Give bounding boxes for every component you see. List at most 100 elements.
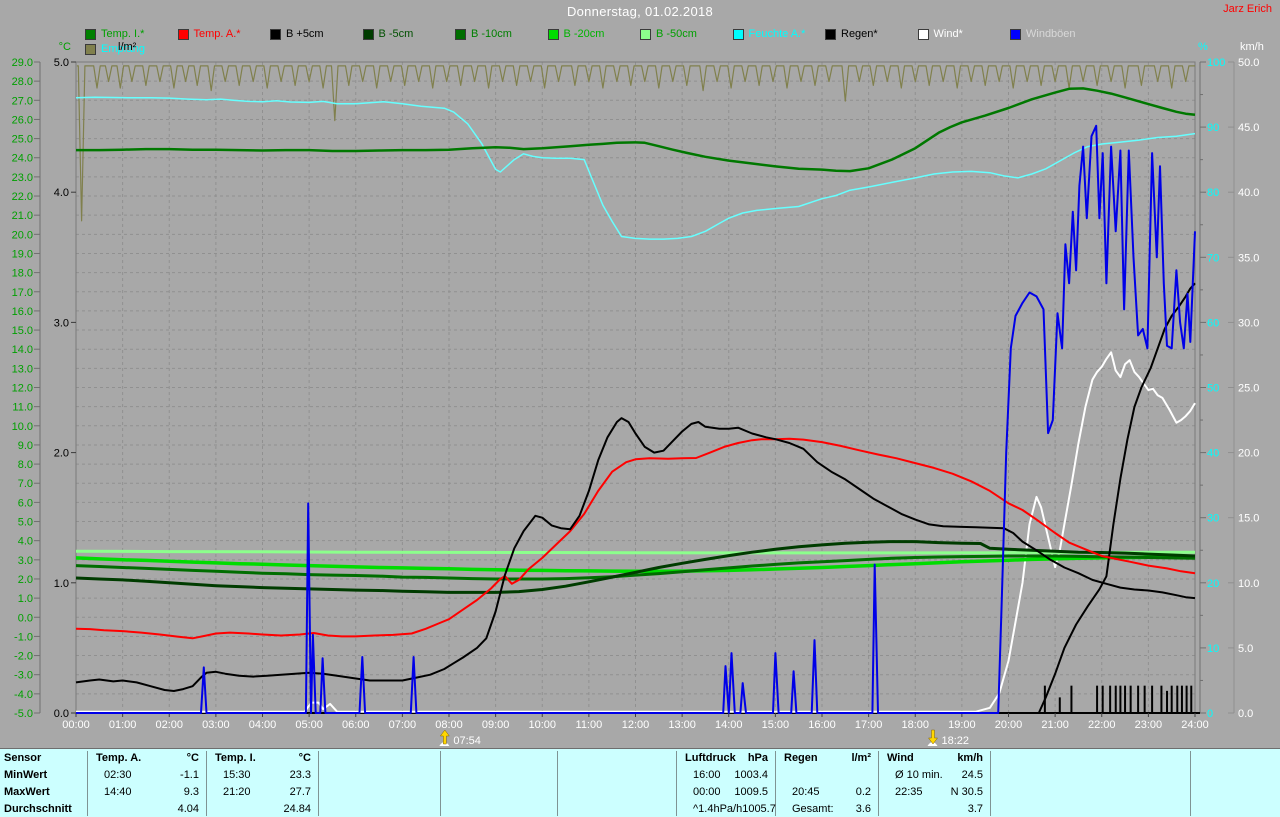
- sunset-marker: [927, 729, 939, 746]
- stats-column-regen: Regen l/m² 20:45 0.2 Gesamt: 3.6: [776, 749, 877, 817]
- stats-cell-value: 3.6: [855, 803, 871, 815]
- x-tick-label: 16:00: [808, 719, 836, 731]
- stats-column-header: Wind km/h: [879, 750, 989, 767]
- x-tick-label: 14:00: [715, 719, 743, 731]
- stats-header-label: Regen: [784, 752, 818, 764]
- stats-header-unit: hPa: [747, 752, 768, 764]
- x-tick-label: 02:00: [155, 719, 183, 731]
- x-tick-label: 00:00: [62, 719, 90, 731]
- stats-column-header: Luftdruck hPa: [677, 750, 774, 767]
- stats-cell-row: 20:45 0.2: [776, 784, 877, 801]
- stats-cell-time: 14:40: [104, 786, 132, 798]
- kmh-tick-label: 15.0: [1238, 513, 1259, 525]
- lm2-tick-label: 3.0: [54, 317, 69, 329]
- stats-header-unit: °C: [298, 752, 311, 764]
- stats-row-label: Sensor: [4, 752, 42, 764]
- stats-header-label: Luftdruck: [685, 752, 736, 764]
- temp-tick-label: 25.0: [12, 134, 33, 146]
- x-tick-label: 06:00: [342, 719, 370, 731]
- lm2-tick-label: 4.0: [54, 187, 69, 199]
- stats-cell-row: ^1.4hPa/h 1005.7: [677, 801, 776, 817]
- pct-tick-label: 20: [1207, 578, 1219, 590]
- temp-tick-label: 18.0: [12, 268, 33, 280]
- kmh-tick-label: 10.0: [1238, 578, 1259, 590]
- stats-header-unit: km/h: [957, 752, 983, 764]
- stats-cell-row: 4.04: [88, 801, 205, 817]
- x-tick-label: 05:00: [295, 719, 323, 731]
- stats-cell-value: 24.5: [961, 769, 983, 781]
- temp-tick-label: 14.0: [12, 344, 33, 356]
- x-tick-label: 20:00: [995, 719, 1023, 731]
- temp-tick-label: -5.0: [14, 708, 33, 720]
- pct-tick-label: 60: [1207, 317, 1219, 329]
- temp-tick-label: 12.0: [12, 383, 33, 395]
- temp-axis-unit: °C: [59, 41, 71, 53]
- x-tick-label: 13:00: [668, 719, 696, 731]
- kmh-tick-label: 40.0: [1238, 187, 1259, 199]
- temp-tick-label: 17.0: [12, 287, 33, 299]
- stats-cell-value: 0.2: [855, 786, 871, 798]
- table-separator: [318, 751, 319, 816]
- kmh-tick-label: 50.0: [1238, 57, 1259, 69]
- pct-tick-label: 80: [1207, 187, 1219, 199]
- temp-tick-label: 0.0: [18, 612, 33, 624]
- x-tick-label: 10:00: [528, 719, 556, 731]
- temp-tick-label: 9.0: [18, 440, 33, 452]
- pct-tick-label: 50: [1207, 383, 1219, 395]
- stats-cell-time: Gesamt:: [792, 803, 834, 815]
- stats-cell-value: 24.84: [283, 803, 311, 815]
- stats-column-header: Temp. I. °C: [207, 750, 317, 767]
- stats-cell-value: 23.3: [289, 769, 311, 781]
- stats-cell-value: 9.3: [183, 786, 199, 798]
- stats-header-label: Wind: [887, 752, 914, 764]
- stats-cell-time: 22:35: [895, 786, 923, 798]
- temp-tick-label: 20.0: [12, 229, 33, 241]
- temp-tick-label: 26.0: [12, 114, 33, 126]
- temp-tick-label: 24.0: [12, 153, 33, 165]
- x-tick-label: 07:00: [389, 719, 417, 731]
- temp-tick-label: 11.0: [12, 402, 33, 414]
- temp-tick-label: 28.0: [12, 76, 33, 88]
- temp-tick-label: 13.0: [12, 363, 33, 375]
- stats-cell-row: 15:30 23.3: [207, 767, 317, 784]
- stats-cell-time: 16:00: [693, 769, 721, 781]
- stats-cell-row: Gesamt: 3.6: [776, 801, 877, 817]
- stats-header-label: Temp. A.: [96, 752, 142, 764]
- stats-cell-time: 00:00: [693, 786, 721, 798]
- temp-tick-label: -3.0: [14, 670, 33, 682]
- stats-cell-time: Ø 10 min.: [895, 769, 943, 781]
- lm2-tick-label: 1.0: [54, 578, 69, 590]
- stats-cell-row: 21:20 27.7: [207, 784, 317, 801]
- x-tick-label: 18:00: [901, 719, 929, 731]
- temp-tick-label: 21.0: [12, 210, 33, 222]
- x-tick-label: 01:00: [109, 719, 137, 731]
- pct-tick-label: 30: [1207, 513, 1219, 525]
- stats-cell-value: -1.1: [180, 769, 199, 781]
- temp-tick-label: 4.0: [18, 536, 33, 548]
- stats-cell-row: 3.7: [879, 801, 989, 817]
- x-tick-label: 09:00: [482, 719, 510, 731]
- temp-tick-label: -2.0: [14, 651, 33, 663]
- temp-tick-label: 7.0: [18, 478, 33, 490]
- table-separator: [440, 751, 441, 816]
- temp-tick-label: 8.0: [18, 459, 33, 471]
- temp-tick-label: 15.0: [12, 325, 33, 337]
- stats-cell-row: 14:40 9.3: [88, 784, 205, 801]
- temp-tick-label: 19.0: [12, 248, 33, 260]
- weather-station-app: Donnerstag, 01.02.2018 Jarz Erich Temp. …: [0, 0, 1280, 817]
- stats-header-unit: °C: [186, 752, 199, 764]
- stats-cell-value: 1003.4: [734, 769, 768, 781]
- table-separator: [1190, 751, 1191, 816]
- temp-tick-label: 3.0: [18, 555, 33, 567]
- temp-tick-label: 10.0: [12, 421, 33, 433]
- stats-column-temp-i-: Temp. I. °C 15:30 23.3 21:20 27.7 24.84: [207, 749, 317, 817]
- pct-tick-label: 100: [1207, 57, 1225, 69]
- temp-tick-label: 16.0: [12, 306, 33, 318]
- x-tick-label: 17:00: [855, 719, 883, 731]
- stats-cell-value: 1009.5: [734, 786, 768, 798]
- temp-tick-label: 27.0: [12, 95, 33, 107]
- stats-row-label: MinWert: [4, 769, 48, 781]
- kmh-tick-label: 45.0: [1238, 122, 1259, 134]
- stats-cell-time: ^1.4hPa/h: [693, 803, 743, 815]
- stats-row-label: Durchschnitt: [4, 803, 72, 815]
